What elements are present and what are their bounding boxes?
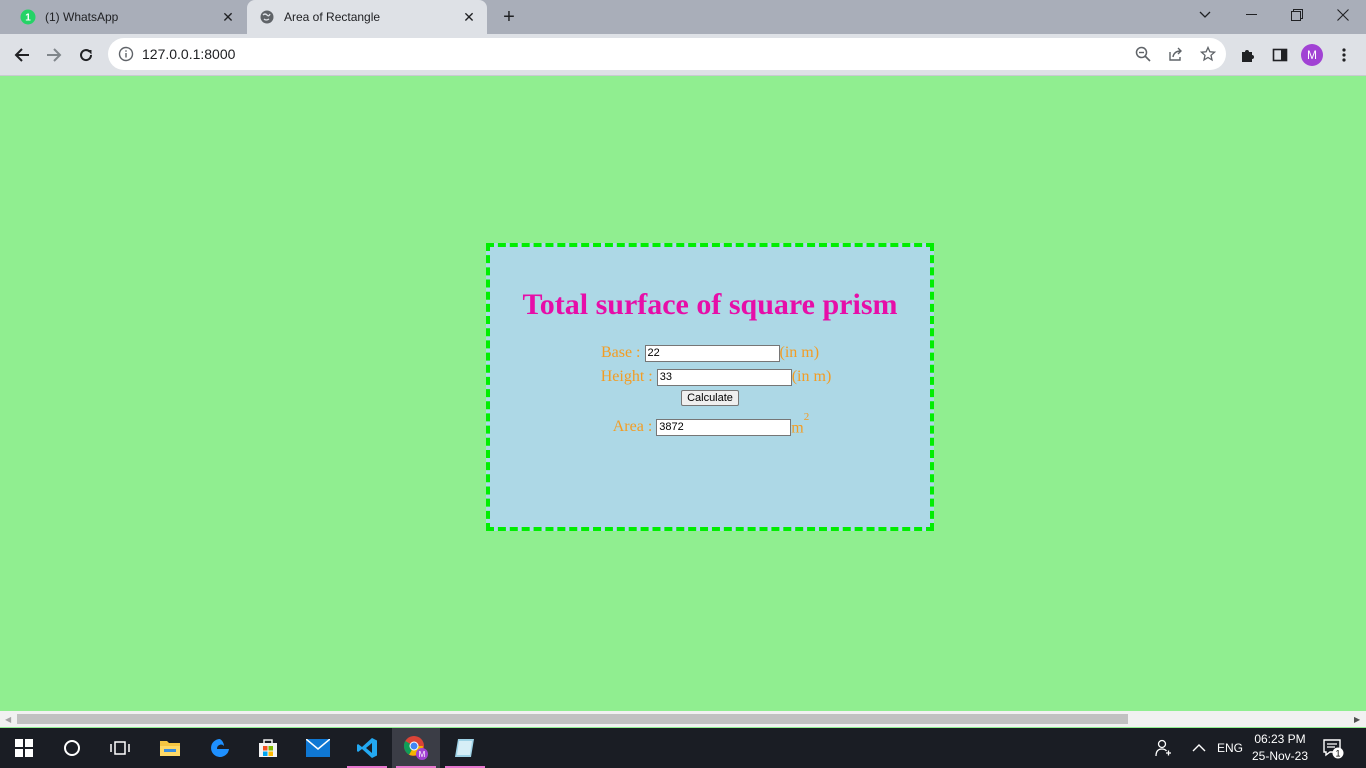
close-icon: [1337, 9, 1349, 21]
chevron-up-icon: [1192, 744, 1206, 752]
area-unit-exponent: 2: [803, 411, 810, 423]
share-icon[interactable]: [1167, 45, 1185, 63]
store-bag-icon: [259, 739, 277, 757]
height-row: Height : (in m): [490, 368, 930, 386]
area-row: Area : m2: [490, 411, 930, 437]
vscode-button[interactable]: [343, 728, 391, 768]
windows-logo-icon: [15, 739, 33, 757]
svg-text:1: 1: [25, 13, 31, 24]
minimize-button[interactable]: [1228, 0, 1274, 30]
tab-title: Area of Rectangle: [284, 10, 381, 24]
vscode-icon: [357, 738, 377, 758]
clock-date: 25-Nov-23: [1251, 749, 1309, 763]
file-explorer-button[interactable]: [146, 728, 194, 768]
mail-icon: [306, 739, 330, 757]
base-input[interactable]: [644, 344, 780, 362]
search-button[interactable]: [48, 728, 96, 768]
browser-toolbar: 127.0.0.1:8000 M: [0, 34, 1366, 76]
area-output[interactable]: [656, 418, 792, 436]
base-unit: (in m): [779, 344, 820, 361]
profile-avatar[interactable]: M: [1301, 44, 1323, 66]
scroll-right-arrow-icon[interactable]: ▶: [1354, 715, 1360, 724]
whatsapp-icon: 1: [20, 9, 36, 25]
chrome-icon: M: [403, 736, 428, 760]
start-button[interactable]: [0, 728, 48, 768]
app-tile-icon: [455, 739, 474, 757]
back-button[interactable]: [8, 41, 36, 69]
tab-whatsapp[interactable]: 1 (1) WhatsApp ✕: [8, 0, 246, 34]
close-icon[interactable]: ✕: [461, 9, 477, 25]
menu-button[interactable]: [1330, 41, 1358, 69]
bookmark-star-icon[interactable]: [1199, 45, 1217, 63]
side-panel-icon: [1272, 48, 1288, 62]
arrow-right-icon: [47, 48, 62, 62]
edge-icon: [211, 739, 229, 757]
notification-icon: 1: [1323, 739, 1344, 759]
browser-tab-strip: 1 (1) WhatsApp ✕ Area of Rectangle ✕ +: [0, 0, 1366, 34]
reload-button[interactable]: [72, 41, 100, 69]
task-view-icon: [110, 741, 130, 755]
svg-text:1: 1: [1335, 749, 1340, 759]
height-unit: (in m): [791, 368, 832, 385]
forward-button[interactable]: [40, 41, 68, 69]
area-label: Area :: [612, 418, 653, 436]
close-icon[interactable]: ✕: [220, 9, 236, 25]
clock[interactable]: 06:23 PM 25-Nov-23: [1240, 731, 1320, 765]
windows-taskbar: M ENG 06:23 PM 25-Nov-23 1: [0, 728, 1366, 768]
folder-icon: [160, 741, 180, 756]
horizontal-scrollbar[interactable]: ◀ ▶: [0, 711, 1366, 727]
scroll-left-arrow-icon[interactable]: ◀: [5, 715, 11, 724]
people-icon: [1155, 739, 1171, 757]
new-tab-button[interactable]: +: [498, 6, 520, 28]
kebab-menu-icon: [1342, 48, 1346, 62]
restore-icon: [1291, 9, 1303, 21]
tab-area-of-rectangle[interactable]: Area of Rectangle ✕: [247, 0, 487, 34]
tab-title: (1) WhatsApp: [45, 10, 119, 24]
page-heading: Total surface of square prism: [522, 288, 898, 321]
chevron-down-icon: [1199, 11, 1211, 18]
puzzle-icon: [1242, 50, 1254, 62]
info-icon[interactable]: [118, 46, 134, 62]
height-label: Height :: [600, 368, 653, 385]
base-label: Base :: [600, 344, 641, 361]
height-input[interactable]: [656, 368, 792, 386]
url-text: 127.0.0.1:8000: [142, 46, 236, 62]
show-hidden-icons-button[interactable]: [1192, 728, 1206, 768]
zoom-out-icon[interactable]: [1134, 45, 1152, 63]
calculator-card: Total surface of square prism Base : (in…: [486, 243, 934, 531]
svg-text:M: M: [419, 750, 426, 759]
reload-icon: [80, 49, 93, 62]
restore-button[interactable]: [1274, 0, 1320, 30]
edge-button[interactable]: [196, 728, 244, 768]
tab-search-button[interactable]: [1182, 0, 1228, 30]
base-row: Base : (in m): [490, 344, 930, 362]
close-window-button[interactable]: [1320, 0, 1366, 30]
address-bar[interactable]: 127.0.0.1:8000: [108, 38, 1226, 70]
chrome-button[interactable]: M: [392, 728, 440, 768]
area-unit: m2: [791, 411, 809, 437]
globe-icon: [259, 9, 275, 25]
cortana-circle-icon: [64, 740, 80, 756]
scrollbar-thumb[interactable]: [17, 714, 1128, 724]
arrow-left-icon: [14, 48, 29, 62]
notepad-app-button[interactable]: [441, 728, 489, 768]
extensions-button[interactable]: [1234, 41, 1262, 69]
microsoft-store-button[interactable]: [244, 728, 292, 768]
calculate-row: Calculate: [490, 390, 930, 406]
task-view-button[interactable]: [96, 728, 144, 768]
clock-time: 06:23 PM: [1254, 732, 1306, 746]
mail-button[interactable]: [294, 728, 342, 768]
calculate-button[interactable]: Calculate: [681, 390, 739, 406]
minimize-icon: [1245, 14, 1257, 15]
action-center-button[interactable]: 1: [1322, 728, 1344, 768]
side-panel-button[interactable]: [1266, 41, 1294, 69]
area-unit-base: m: [791, 419, 804, 437]
people-button[interactable]: [1154, 728, 1172, 768]
